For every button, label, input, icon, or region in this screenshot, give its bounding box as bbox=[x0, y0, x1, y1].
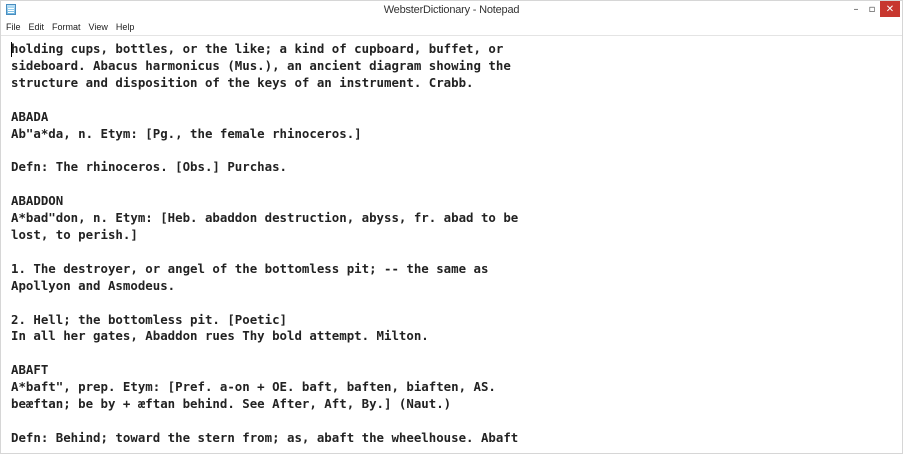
window-controls: – ▫ ✕ bbox=[848, 1, 900, 17]
menu-bar: File Edit Format View Help bbox=[1, 19, 902, 36]
text-editor-area[interactable]: holding cups, bottles, or the like; a ki… bbox=[1, 36, 902, 453]
editor-text[interactable]: holding cups, bottles, or the like; a ki… bbox=[11, 41, 902, 447]
minimize-icon[interactable]: – bbox=[848, 1, 864, 17]
menu-file[interactable]: File bbox=[6, 22, 21, 32]
notepad-window: WebsterDictionary - Notepad – ▫ ✕ File E… bbox=[0, 0, 903, 454]
menu-help[interactable]: Help bbox=[116, 22, 135, 32]
menu-view[interactable]: View bbox=[89, 22, 108, 32]
menu-format[interactable]: Format bbox=[52, 22, 81, 32]
title-bar[interactable]: WebsterDictionary - Notepad – ▫ ✕ bbox=[1, 1, 902, 19]
maximize-icon[interactable]: ▫ bbox=[864, 1, 880, 17]
window-title: WebsterDictionary - Notepad bbox=[383, 4, 520, 16]
close-icon[interactable]: ✕ bbox=[880, 1, 900, 17]
menu-edit[interactable]: Edit bbox=[29, 22, 45, 32]
text-caret bbox=[11, 42, 12, 57]
